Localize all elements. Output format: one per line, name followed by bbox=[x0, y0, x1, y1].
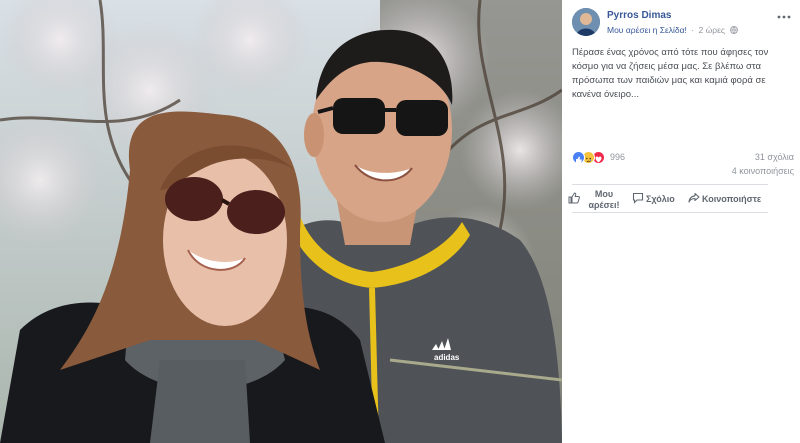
like-page-link[interactable]: Μου αρέσει η Σελίδα! bbox=[607, 25, 687, 35]
share-arrow-icon bbox=[688, 192, 700, 203]
meta-separator: · bbox=[691, 25, 695, 35]
share-button-label: Κοινοποιήστε bbox=[702, 194, 762, 204]
comment-button[interactable]: Σχόλιο bbox=[632, 189, 686, 211]
reactions-count: 996 bbox=[610, 152, 626, 162]
like-button[interactable]: Μου αρέσει! bbox=[568, 189, 628, 211]
actions-divider-top bbox=[572, 184, 768, 185]
author-name[interactable]: Pyrros Dimas bbox=[607, 10, 671, 21]
post-header: Pyrros Dimas Μου αρέσει η Σελίδα! · 2 ώρ… bbox=[572, 8, 792, 38]
post-actions: Μου αρέσει! Σχόλιο Κοινοποιήστε bbox=[566, 186, 772, 212]
share-button[interactable]: Κοινοποιήστε bbox=[688, 189, 772, 211]
photo-illustration: adidas bbox=[0, 0, 562, 443]
post-details-panel: Pyrros Dimas Μου αρέσει η Σελίδα! · 2 ώρ… bbox=[562, 0, 800, 443]
actions-divider-bottom bbox=[572, 212, 768, 213]
globe-icon bbox=[730, 26, 739, 34]
comments-count[interactable]: 31 σχόλια bbox=[755, 152, 794, 162]
photo-viewer: adidas Pyrros Dimas Μου αρέσει η Σελίδα!… bbox=[0, 0, 800, 443]
thumbs-up-icon bbox=[568, 192, 580, 204]
shares-count[interactable]: 4 κοινοποιήσεις bbox=[732, 166, 794, 176]
more-options-icon[interactable] bbox=[776, 12, 792, 22]
post-photo[interactable]: adidas bbox=[0, 0, 562, 443]
post-time[interactable]: 2 ώρες bbox=[699, 25, 725, 35]
post-meta: Μου αρέσει η Σελίδα! · 2 ώρες bbox=[607, 25, 739, 35]
post-text: Πέρασε ένας χρόνος από τότε που άφησες τ… bbox=[572, 47, 769, 100]
shirt-logo-text: adidas bbox=[434, 353, 460, 362]
speech-bubble-icon bbox=[632, 192, 644, 204]
page-avatar[interactable] bbox=[572, 8, 600, 36]
comment-button-label: Σχόλιο bbox=[646, 194, 675, 204]
like-button-label: Μου αρέσει! bbox=[588, 189, 620, 210]
like-reaction-icon bbox=[572, 151, 585, 164]
avatar-image bbox=[572, 8, 600, 36]
